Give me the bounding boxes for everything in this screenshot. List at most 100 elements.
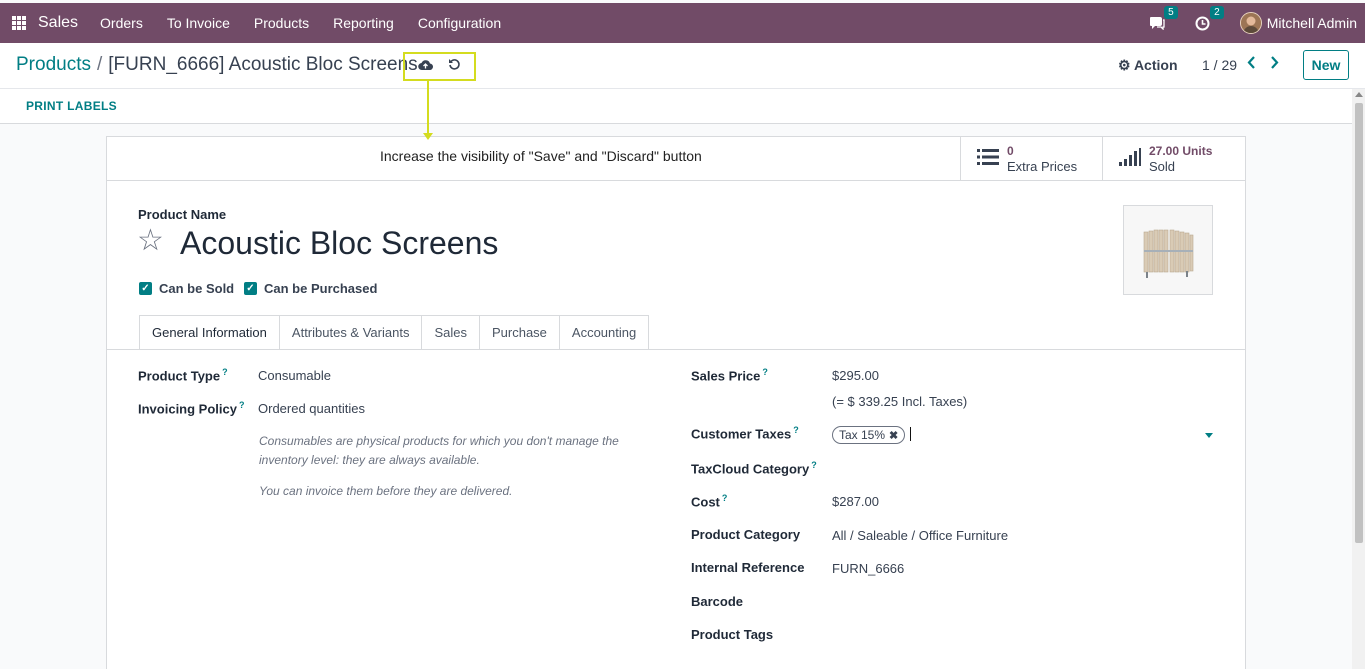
help-tooltip-icon[interactable]: ? — [222, 367, 228, 377]
cloud-upload-icon — [418, 59, 434, 70]
help-tooltip-icon[interactable]: ? — [239, 400, 245, 410]
chat-icon — [1149, 17, 1165, 30]
customer-taxes-input[interactable] — [910, 427, 911, 441]
internal-reference-field[interactable]: FURN_6666 — [832, 561, 904, 576]
control-panel: Products / [FURN_6666] Acoustic Bloc Scree… — [0, 43, 1365, 89]
pager-next-button[interactable] — [1270, 55, 1279, 73]
chevron-left-icon — [1247, 56, 1255, 69]
messaging-button[interactable]: 5 — [1148, 6, 1178, 32]
can-be-purchased-checkbox[interactable]: ✓ Can be Purchased — [244, 281, 377, 296]
scrollbar-thumb[interactable] — [1355, 103, 1363, 543]
tab-general-information[interactable]: General Information — [139, 315, 280, 350]
checkmark-icon: ✓ — [244, 282, 257, 295]
sales-price-label: Sales Price? — [691, 367, 768, 384]
help-tooltip-icon[interactable]: ? — [722, 493, 728, 503]
scroll-up-arrow-icon[interactable] — [1355, 92, 1363, 97]
cost-label: Cost? — [691, 493, 728, 510]
sales-price-incl-taxes: (= $ 339.25 Incl. Taxes) — [832, 394, 968, 409]
action-label: Action — [1133, 57, 1178, 73]
taxcloud-category-label: TaxCloud Category? — [691, 460, 817, 477]
tab-purchase[interactable]: Purchase — [479, 315, 560, 350]
form-sheet: Increase the visibility of "Save" and "D… — [106, 136, 1246, 669]
app-name[interactable]: Sales — [38, 14, 78, 32]
save-button[interactable] — [418, 59, 434, 75]
list-icon — [977, 147, 999, 171]
breadcrumb-current: [FURN_6666] Acoustic Bloc Screens — [108, 54, 418, 75]
activities-button[interactable]: 2 — [1194, 6, 1224, 32]
sold-value: 27.00 Units — [1149, 144, 1213, 158]
activities-count-badge: 2 — [1210, 6, 1224, 19]
nav-to-invoice[interactable]: To Invoice — [167, 15, 230, 31]
nav-products[interactable]: Products — [254, 15, 309, 31]
product-category-field[interactable]: All / Saleable / Office Furniture — [832, 528, 1008, 543]
help-tooltip-icon[interactable]: ? — [793, 425, 799, 435]
product-type-help-text: Consumables are physical products for wh… — [259, 434, 619, 467]
pager-value[interactable]: 1 / 29 — [1202, 57, 1237, 73]
breadcrumb-separator: / — [96, 54, 103, 75]
sales-price-field[interactable]: $295.00 — [832, 368, 879, 383]
undo-icon — [448, 59, 460, 70]
remove-tag-icon[interactable]: ✖ — [889, 429, 898, 442]
extra-prices-value: 0 — [1007, 144, 1014, 158]
chevron-right-icon — [1271, 56, 1279, 69]
print-labels-button[interactable]: PRINT LABELS — [26, 99, 117, 113]
product-category-label: Product Category — [691, 527, 801, 542]
help-tooltip-icon[interactable]: ? — [762, 367, 768, 377]
messages-count-badge: 5 — [1164, 6, 1178, 19]
help-tooltip-icon[interactable]: ? — [811, 460, 817, 470]
apps-menu-icon[interactable] — [12, 16, 26, 30]
save-discard-highlight-box — [403, 52, 476, 81]
product-image[interactable] — [1123, 205, 1213, 295]
top-navbar: Sales Orders To Invoice Products Reporti… — [0, 3, 1365, 43]
sold-label: Sold — [1149, 159, 1176, 174]
sold-button[interactable]: 27.00 Units Sold — [1102, 137, 1245, 181]
product-type-label: Product Type? — [138, 367, 228, 384]
invoicing-policy-field[interactable]: Ordered quantities — [258, 401, 365, 416]
clock-icon — [1195, 16, 1210, 30]
annotation-arrow-head — [423, 133, 433, 140]
customer-taxes-label: Customer Taxes? — [691, 425, 799, 442]
tab-sales[interactable]: Sales — [422, 315, 480, 350]
favorite-star-icon[interactable]: ☆ — [137, 223, 164, 258]
dropdown-caret-icon[interactable] — [1205, 433, 1213, 438]
avatar[interactable] — [1239, 12, 1262, 34]
barcode-label: Barcode — [691, 594, 744, 609]
checkmark-icon: ✓ — [139, 282, 152, 295]
new-button[interactable]: New — [1303, 50, 1349, 80]
internal-reference-label: Internal Reference — [691, 560, 805, 575]
can-be-purchased-label: Can be Purchased — [264, 281, 378, 296]
user-avatar-icon — [1240, 13, 1261, 33]
user-menu[interactable]: Mitchell Admin — [1267, 15, 1357, 31]
signal-bars-icon — [1119, 147, 1141, 171]
product-type-field[interactable]: Consumable — [258, 368, 331, 383]
tax-tag: Tax 15% ✖ — [832, 426, 906, 444]
invoicing-help-text: You can invoice them before they are del… — [259, 484, 513, 498]
nav-reporting[interactable]: Reporting — [333, 15, 394, 31]
acoustic-screen-image — [1124, 206, 1212, 294]
product-name-label: Product Name — [138, 207, 227, 222]
gear-icon: ⚙ — [1118, 57, 1131, 73]
invoicing-policy-label: Invoicing Policy? — [138, 400, 245, 417]
button-box: Increase the visibility of "Save" and "D… — [107, 137, 1245, 181]
action-menu-button[interactable]: ⚙ Action — [1118, 57, 1178, 74]
scrollbar[interactable] — [1352, 89, 1365, 669]
annotation-arrow-line — [427, 81, 429, 136]
extra-prices-label: Extra Prices — [1007, 159, 1078, 174]
tabs-divider — [107, 349, 1245, 350]
product-name-field[interactable]: Acoustic Bloc Screens — [180, 225, 498, 262]
discard-button[interactable] — [448, 58, 461, 75]
nav-orders[interactable]: Orders — [100, 15, 143, 31]
product-tags-label: Product Tags — [691, 627, 774, 642]
can-be-sold-checkbox[interactable]: ✓ Can be Sold — [139, 281, 234, 296]
can-be-sold-label: Can be Sold — [159, 281, 235, 296]
cost-field[interactable]: $287.00 — [832, 494, 879, 509]
notebook-tabs: General Information Attributes & Variant… — [139, 315, 650, 350]
tab-accounting[interactable]: Accounting — [559, 315, 650, 350]
tax-tag-label: Tax 15% — [839, 428, 886, 442]
tab-attributes-variants[interactable]: Attributes & Variants — [279, 315, 423, 350]
extra-prices-button[interactable]: 0 Extra Prices — [960, 137, 1102, 181]
form-statusbar: PRINT LABELS — [0, 89, 1352, 124]
nav-configuration[interactable]: Configuration — [418, 15, 501, 31]
breadcrumb-products-link[interactable]: Products — [16, 54, 91, 75]
pager-previous-button[interactable] — [1247, 55, 1256, 73]
